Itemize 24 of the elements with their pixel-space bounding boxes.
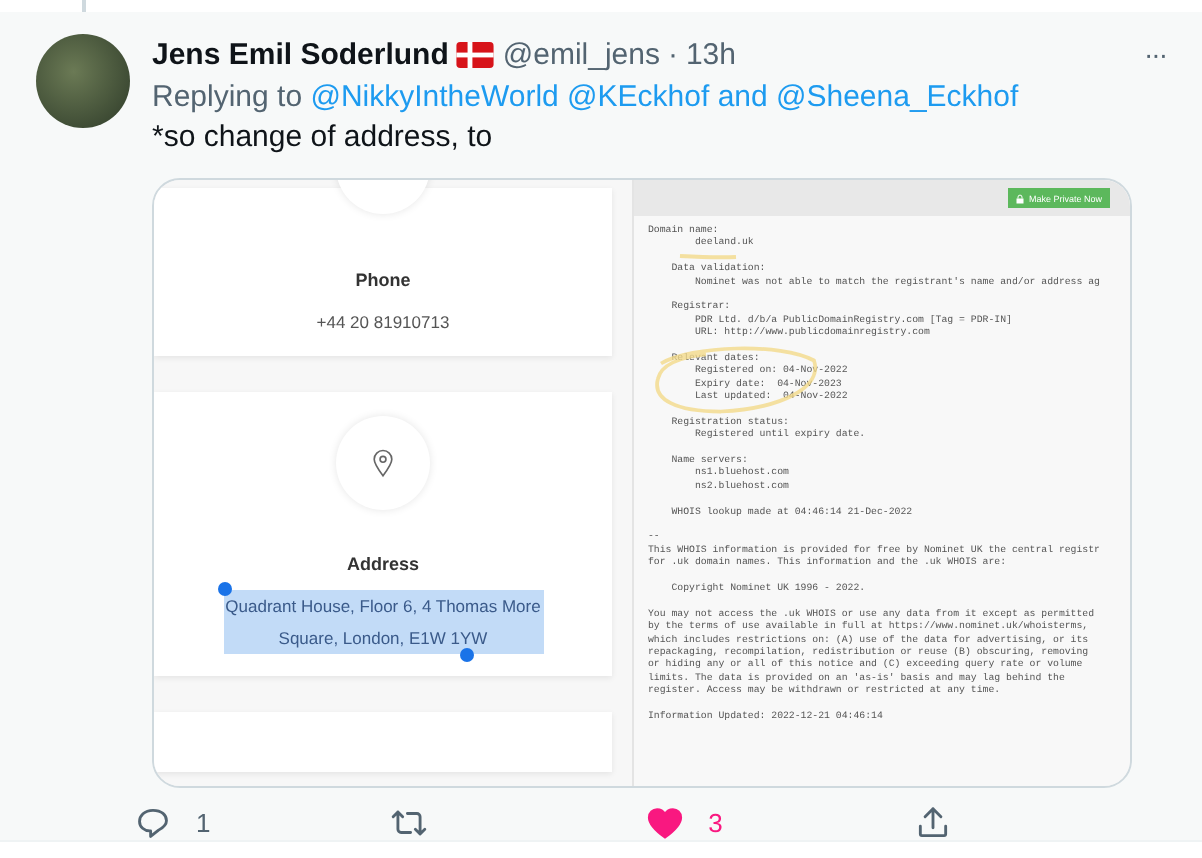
contact-value: +44 20 81910713 xyxy=(314,310,452,336)
tweet-time[interactable]: 13h xyxy=(685,37,736,71)
separator-dot: · xyxy=(667,37,678,71)
author-handle[interactable]: @emil_jens xyxy=(502,37,660,71)
replying-to-text: Replying to @NikkyIntheWorld @KEckhof and @Sheena_Eckhof xyxy=(152,80,1021,114)
attached-screenshot[interactable] xyxy=(152,178,1132,788)
reply-icon[interactable] xyxy=(134,804,172,842)
more-button[interactable]: ··· xyxy=(1140,38,1170,70)
contact-title: Address xyxy=(346,554,419,574)
selection-handle[interactable] xyxy=(459,648,473,662)
flag-icon xyxy=(456,41,495,67)
lock-icon xyxy=(1016,193,1025,203)
location-pin-icon xyxy=(372,448,394,478)
share-icon[interactable] xyxy=(913,804,952,842)
action-count: 3 xyxy=(708,808,723,838)
avatar-photo-placeholder[interactable] xyxy=(36,34,130,128)
selection-handle[interactable] xyxy=(217,582,231,596)
heart-icon[interactable] xyxy=(646,804,685,842)
contact-title: Phone xyxy=(355,270,411,290)
contact-value: Quadrant House, Floor 6, 4 Thomas More Square, London, E1W 1YW xyxy=(223,590,543,654)
highlighter-stroke xyxy=(678,250,738,262)
author-name[interactable]: Jens Emil Soderlund xyxy=(152,37,449,71)
tweet-text: *so change of address, to xyxy=(152,120,495,154)
action-count: 1 xyxy=(196,808,211,838)
